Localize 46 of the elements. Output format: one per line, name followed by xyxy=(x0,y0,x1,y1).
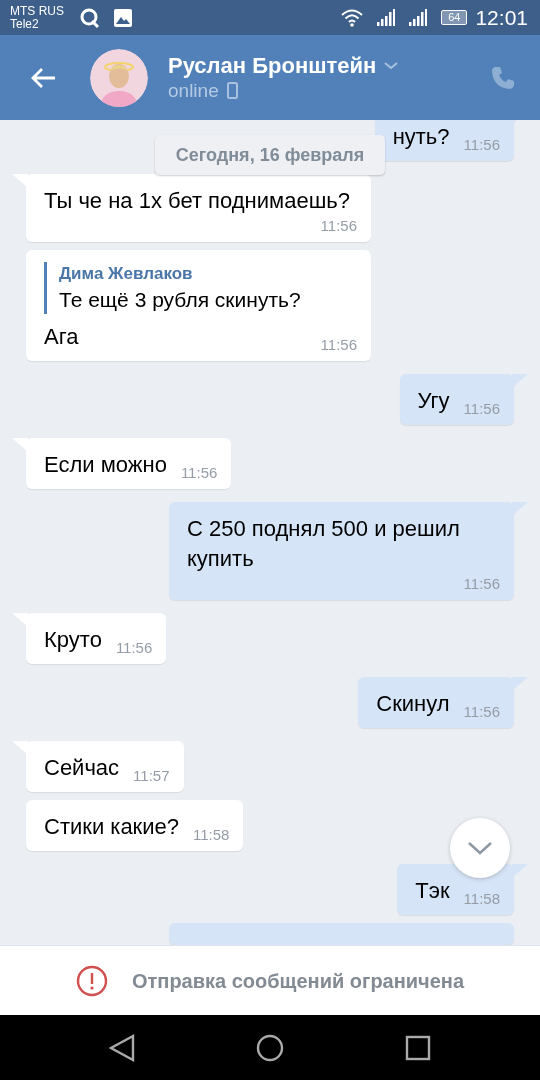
recents-nav-icon[interactable] xyxy=(405,1034,432,1061)
alert-icon xyxy=(75,964,108,997)
message-time: 11:56 xyxy=(179,463,218,483)
message-text: Угу xyxy=(417,387,450,415)
message-text: Ты че на 1х бет поднимаешь? xyxy=(44,187,350,215)
message-time: 11:56 xyxy=(462,135,500,155)
message-text: Круто xyxy=(44,626,102,654)
message-text: С 250 поднял 500 и решил купить xyxy=(187,515,461,573)
contact-name[interactable]: Руслан Бронштейн xyxy=(168,52,377,79)
message-text: Стики какие? xyxy=(44,813,179,841)
quote-author: Дима Жевлаков xyxy=(59,263,194,285)
image-icon xyxy=(114,8,132,27)
message-time: 11:57 xyxy=(132,766,170,786)
quote-text: Те ещё 3 рубля скинуть? xyxy=(59,287,302,313)
back-nav-icon[interactable] xyxy=(108,1033,135,1062)
message-text: Скинул xyxy=(376,690,450,718)
message-time: 11:56 xyxy=(319,335,357,355)
chevron-down-icon xyxy=(384,61,399,70)
q-icon xyxy=(80,7,100,28)
restriction-notice: Отправка сообщений ограничена xyxy=(131,968,465,994)
back-icon[interactable] xyxy=(30,66,56,89)
message-time: 11:56 xyxy=(319,216,357,236)
clock-time: 12:01 xyxy=(475,4,528,31)
message-time: 11:56 xyxy=(462,702,500,722)
online-status: online xyxy=(168,78,219,103)
date-separator: Сегодня, 16 февраля xyxy=(155,135,385,175)
message-time: 11:56 xyxy=(114,638,153,658)
home-nav-icon[interactable] xyxy=(256,1033,284,1062)
message-time: 11:56 xyxy=(462,399,500,419)
message-text: Ага xyxy=(44,323,79,351)
phone-device-icon xyxy=(226,82,238,99)
signal-icon xyxy=(377,9,396,26)
battery-level: 64 xyxy=(441,10,468,25)
carrier-name: MTS RUS xyxy=(10,4,64,18)
message-text: нуть? xyxy=(392,123,450,151)
wifi-icon xyxy=(341,8,364,27)
carrier-name: Tele2 xyxy=(10,17,40,31)
message-text: Тэк xyxy=(415,877,450,905)
message-text: Если можно xyxy=(44,451,167,479)
signal-icon xyxy=(409,9,428,26)
message-time: 11:56 xyxy=(462,574,500,594)
message-time: 11:58 xyxy=(192,825,230,845)
message-text: Сейчас xyxy=(44,754,120,782)
avatar[interactable] xyxy=(90,48,148,107)
chevron-down-icon xyxy=(467,841,493,855)
message-time: 11:58 xyxy=(462,889,500,909)
